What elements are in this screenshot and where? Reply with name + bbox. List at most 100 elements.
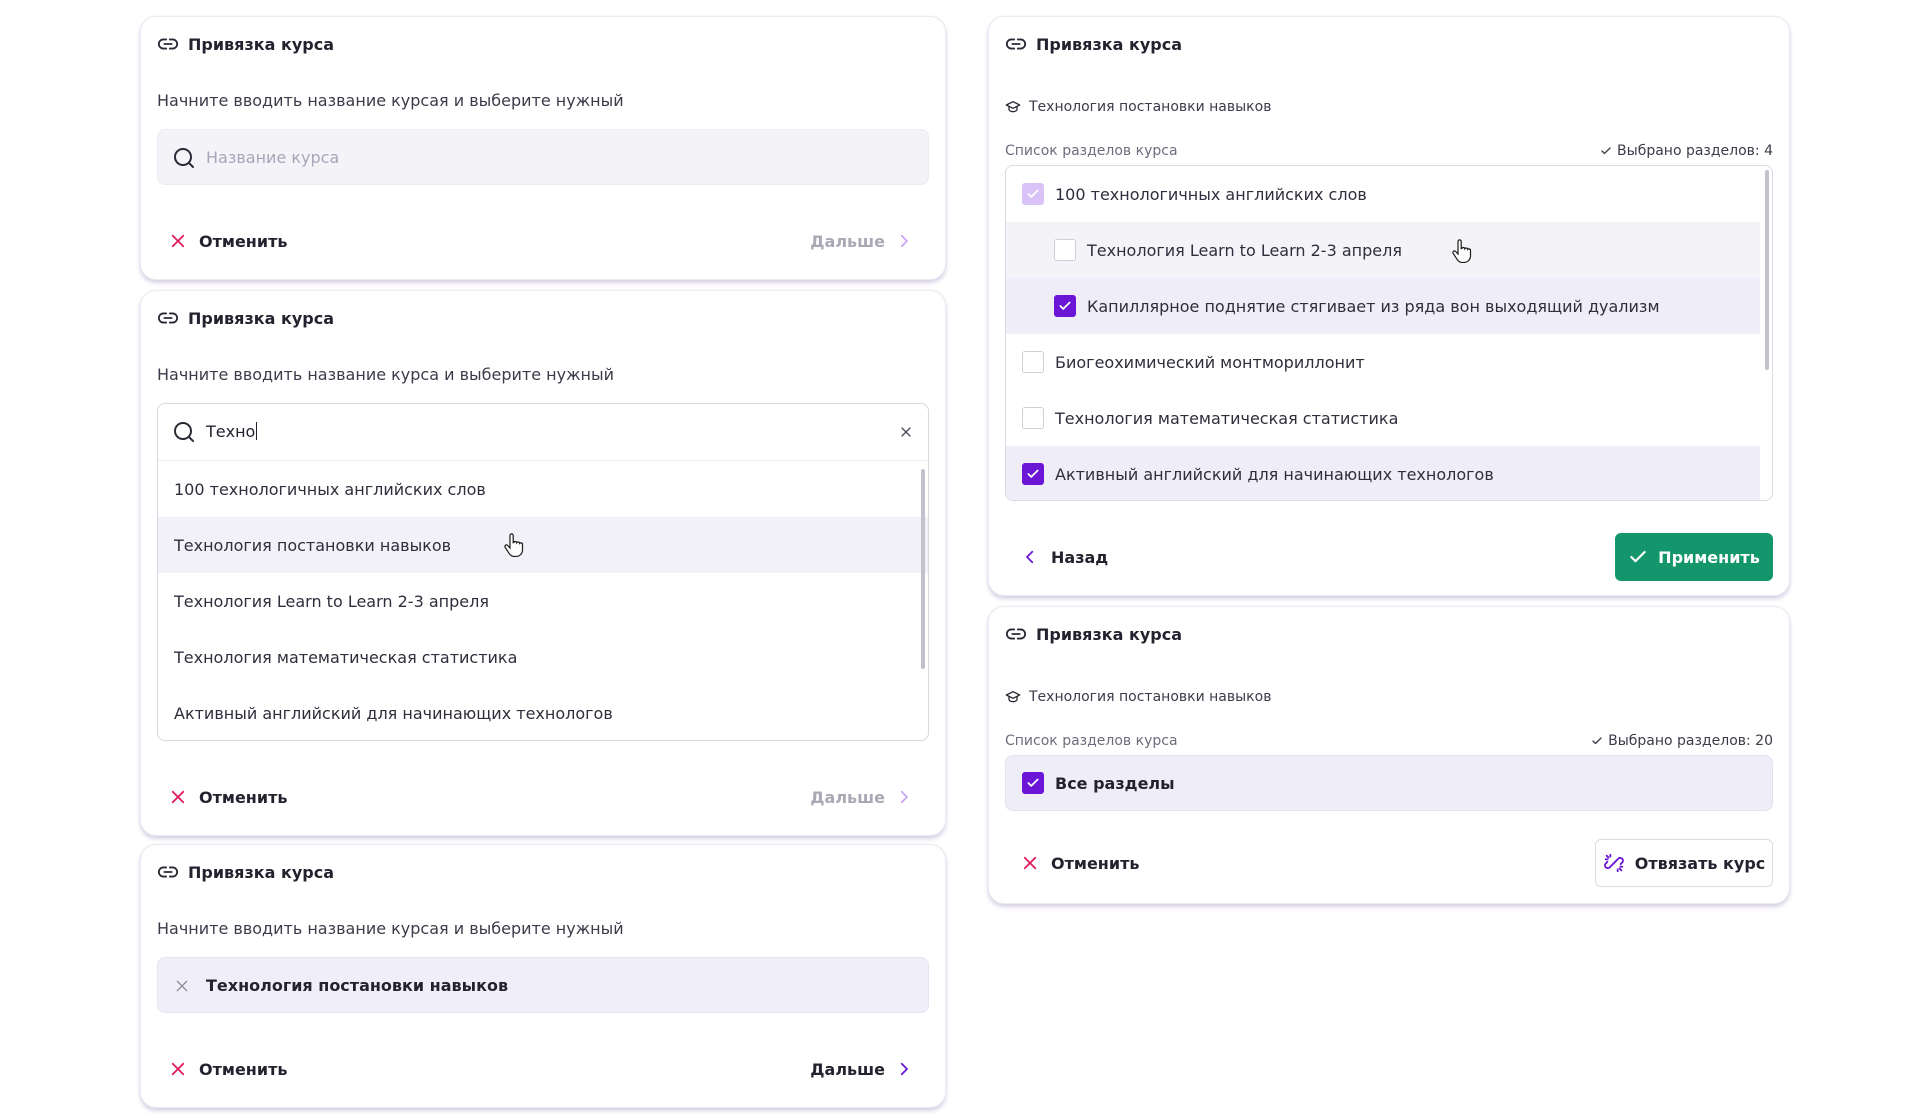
- search-result-item[interactable]: Технология постановки навыков: [158, 517, 928, 573]
- all-sections-label: Все разделы: [1055, 773, 1175, 793]
- course-search-input[interactable]: Название курса: [157, 129, 929, 185]
- section-item[interactable]: 100 технологичных английских слов: [1006, 166, 1760, 222]
- next-button[interactable]: Дальше: [810, 223, 913, 259]
- section-item[interactable]: Биогеохимический монтмориллонит: [1006, 334, 1760, 390]
- section-item[interactable]: Активный английский для начинающих техно…: [1006, 446, 1760, 500]
- course-unlink-card: Привязка курса Технология постановки нав…: [988, 606, 1790, 904]
- check-icon: [1601, 147, 1611, 155]
- cancel-label: Отменить: [1051, 853, 1140, 873]
- card-title: Привязка курса: [1005, 623, 1182, 645]
- checkbox-checked[interactable]: [1054, 295, 1076, 317]
- course-name: Технология постановки навыков: [1005, 97, 1271, 117]
- section-label: Технология математическая статистика: [1055, 408, 1399, 428]
- hand-cursor-icon: [1452, 239, 1472, 263]
- search-results-dropdown: 100 технологичных английских слов Технол…: [158, 460, 928, 740]
- cancel-button[interactable]: Отменить: [169, 1051, 287, 1087]
- clear-icon[interactable]: [174, 978, 190, 994]
- cancel-label: Отменить: [199, 231, 288, 251]
- chevron-right-icon: [900, 790, 908, 804]
- search-result-item[interactable]: Технология математическая статистика: [158, 629, 928, 685]
- check-icon: [1059, 301, 1071, 310]
- course-name-text: Технология постановки навыков: [1029, 99, 1272, 115]
- checkbox-partial[interactable]: [1022, 183, 1044, 205]
- hint-text: Начните вводить название курсая и выбери…: [157, 91, 624, 110]
- search-value: Техно: [206, 422, 258, 441]
- back-button[interactable]: Назад: [1021, 539, 1108, 575]
- course-link-card-selected: Привязка курса Начните вводить название …: [140, 844, 946, 1108]
- close-icon: [171, 1062, 185, 1076]
- course-search-input[interactable]: Техно 100 технологичных английских слов …: [157, 403, 929, 741]
- course-link-card-empty: Привязка курса Начните вводить название …: [140, 16, 946, 280]
- check-icon: [1027, 778, 1039, 787]
- check-icon: [1027, 469, 1039, 478]
- selected-count: Выбрано разделов: 20: [1591, 733, 1773, 749]
- apply-label: Применить: [1658, 547, 1760, 567]
- check-icon: [1592, 737, 1602, 745]
- next-button[interactable]: Дальше: [810, 779, 913, 815]
- graduation-cap-icon: [1005, 101, 1021, 113]
- link-icon: [157, 866, 179, 878]
- next-button[interactable]: Дальше: [810, 1051, 913, 1087]
- unlink-course-button[interactable]: Отвязать курс: [1595, 839, 1773, 887]
- section-label: Биогеохимический монтмориллонит: [1055, 352, 1365, 372]
- hint-text: Начните вводить название курса и выберит…: [157, 365, 615, 384]
- cancel-label: Отменить: [199, 787, 288, 807]
- cancel-button[interactable]: Отменить: [1021, 845, 1139, 881]
- course-name-text: Технология постановки навыков: [1029, 689, 1272, 705]
- close-icon: [171, 234, 185, 248]
- card-title-text: Привязка курса: [188, 862, 334, 882]
- cancel-label: Отменить: [199, 1059, 288, 1079]
- clear-icon[interactable]: [898, 424, 914, 440]
- course-link-card-search: Привязка курса Начните вводить название …: [140, 290, 946, 836]
- all-sections-item[interactable]: Все разделы: [1005, 755, 1773, 811]
- section-item[interactable]: Капиллярное поднятие стягивает из ряда в…: [1006, 278, 1760, 334]
- search-result-item[interactable]: Технология Learn to Learn 2-3 апреля: [158, 573, 928, 629]
- search-result-item[interactable]: 100 технологичных английских слов: [158, 461, 928, 517]
- close-icon: [1023, 856, 1037, 870]
- selected-count: Выбрано разделов: 4: [1600, 143, 1773, 159]
- apply-button[interactable]: Применить: [1615, 533, 1773, 581]
- checkbox[interactable]: [1022, 351, 1044, 373]
- cancel-button[interactable]: Отменить: [169, 223, 287, 259]
- hand-cursor-icon: [504, 533, 524, 557]
- section-label: Капиллярное поднятие стягивает из ряда в…: [1087, 296, 1660, 316]
- next-label: Дальше: [810, 231, 885, 251]
- selected-course-field[interactable]: Технология постановки навыков: [157, 957, 929, 1013]
- card-title-text: Привязка курса: [1036, 34, 1182, 54]
- course-sections-card: Привязка курса Технология постановки нав…: [988, 16, 1790, 596]
- section-item[interactable]: Технология Learn to Learn 2-3 апреля: [1006, 222, 1760, 278]
- graduation-cap-icon: [1005, 691, 1021, 703]
- search-result-item[interactable]: Активный английский для начинающих техно…: [158, 685, 928, 740]
- card-title: Привязка курса: [157, 307, 334, 329]
- link-icon: [157, 38, 179, 50]
- section-item[interactable]: Технология математическая статистика: [1006, 390, 1760, 446]
- link-icon: [1005, 38, 1027, 50]
- sections-list-label: Список разделов курса: [1005, 733, 1178, 749]
- card-title-text: Привязка курса: [1036, 624, 1182, 644]
- selected-course-value: Технология постановки навыков: [206, 976, 509, 995]
- scrollbar-thumb[interactable]: [1765, 170, 1769, 370]
- search-placeholder: Название курса: [206, 148, 340, 167]
- unlink-label: Отвязать курс: [1634, 853, 1766, 873]
- sections-list-label: Список разделов курса: [1005, 143, 1178, 159]
- sections-list-header: Список разделов курса Выбрано разделов: …: [1005, 143, 1773, 161]
- checkbox-checked[interactable]: [1022, 772, 1044, 794]
- back-label: Назад: [1051, 547, 1109, 567]
- cancel-button[interactable]: Отменить: [169, 779, 287, 815]
- section-label: Технология Learn to Learn 2-3 апреля: [1087, 240, 1402, 260]
- checkbox[interactable]: [1022, 407, 1044, 429]
- link-icon: [1005, 628, 1027, 640]
- card-title-text: Привязка курса: [188, 34, 334, 54]
- card-title: Привязка курса: [157, 33, 334, 55]
- sections-list-header: Список разделов курса Выбрано разделов: …: [1005, 733, 1773, 751]
- checkbox[interactable]: [1054, 239, 1076, 261]
- section-label: 100 технологичных английских слов: [1055, 184, 1367, 204]
- hint-text: Начните вводить название курсая и выбери…: [157, 919, 624, 938]
- chevron-right-icon: [900, 234, 908, 248]
- card-title: Привязка курса: [157, 861, 334, 883]
- check-icon: [1630, 550, 1646, 563]
- course-name: Технология постановки навыков: [1005, 687, 1271, 707]
- checkbox-checked[interactable]: [1022, 463, 1044, 485]
- scrollbar-thumb[interactable]: [921, 469, 925, 669]
- unlink-icon: [1603, 853, 1624, 873]
